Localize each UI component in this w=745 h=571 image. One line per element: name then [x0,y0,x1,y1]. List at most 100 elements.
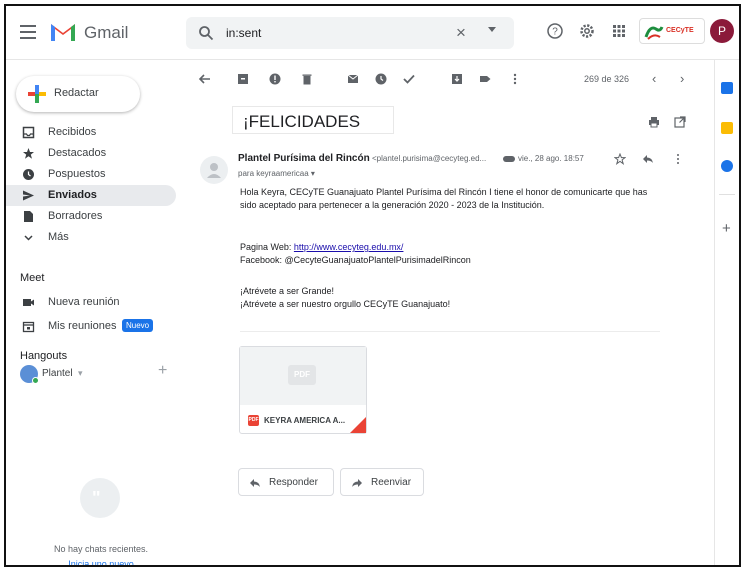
my-meetings-item[interactable]: Mis reuniones Nuevo [6,316,182,337]
search-input[interactable] [226,25,426,41]
move-to-icon[interactable] [450,72,464,86]
message-subject: ¡FELICIDADES [243,112,361,131]
side-panel-rail: + [714,60,739,565]
forward-icon [352,479,362,487]
apps-grid-icon[interactable] [610,22,628,40]
facebook-line: Facebook: @CecyteGuanajuatoPlantelPurisi… [240,255,471,265]
archive-icon[interactable] [236,72,250,86]
recipient-text: para keyraamericaa [238,169,309,178]
website-link[interactable]: http://www.cecyteg.edu.mx/ [294,242,404,252]
more-options-icon[interactable] [672,153,684,165]
open-new-window-icon[interactable] [674,116,686,128]
star-icon [23,148,34,159]
app-window: Gmail × ? [4,4,741,567]
reply-button[interactable]: Responder [238,468,334,496]
website-line: Pagina Web: http://www.cecyteg.edu.mx/ [240,241,403,254]
pdf-file-icon: PDF [248,415,259,426]
sidebar-item-label: Enviados [48,189,97,201]
sidebar-item-label: Pospuestos [48,168,106,180]
website-label: Pagina Web: [240,242,292,252]
organization-logo[interactable]: CECyTE [639,18,705,44]
search-icon[interactable] [198,25,214,41]
clear-search-icon[interactable]: × [456,23,466,43]
back-arrow-icon[interactable] [198,72,212,86]
calendar-icon [22,321,35,333]
compose-plus-icon [28,85,46,103]
meet-section-title: Meet [20,272,45,284]
sidebar: Redactar Recibidos Destacados Pospuestos… [6,60,186,565]
compose-button[interactable]: Redactar [16,76,140,112]
star-outline-icon[interactable] [614,153,626,165]
search-options-icon[interactable] [488,27,496,32]
person-icon [207,163,221,178]
report-spam-icon[interactable] [268,72,282,86]
organization-logo-text: CECyTE [666,27,694,34]
sidebar-item-label: Destacados [48,147,107,159]
reply-icon [250,479,260,487]
attachments-divider [240,331,660,332]
new-meeting-label: Nueva reunión [48,296,120,308]
forward-button[interactable]: Reenviar [340,468,424,496]
sidebar-item-sent[interactable]: Enviados [6,185,176,206]
account-avatar[interactable]: P [710,19,734,43]
print-icon[interactable] [648,116,660,128]
sidebar-item-starred[interactable]: Destacados [6,143,176,164]
draft-icon [24,211,33,222]
attachment-thumbnail: PDF [240,347,366,405]
message-count: 269 de 326 [584,74,630,84]
online-status-icon [32,377,39,384]
older-message-icon[interactable]: › [680,71,684,86]
attachment-filename: KEYRA AMERICA A... [264,416,346,425]
new-badge: Nuevo [122,319,154,332]
new-meeting-item[interactable]: Nueva reunión [6,292,182,313]
gmail-logo-icon[interactable] [50,20,76,42]
chevron-down-icon[interactable]: ▾ [78,368,83,379]
menu-icon[interactable] [20,25,36,39]
hangouts-section-title: Hangouts [20,350,68,362]
message-date: vie., 28 ago. 18:57 [518,154,584,163]
sidebar-item-snoozed[interactable]: Pospuestos [6,164,176,185]
send-icon [23,190,34,201]
start-new-chat-link[interactable]: Inicia uno nuevo [6,559,196,565]
mark-unread-icon[interactable] [346,72,360,86]
keep-app-icon[interactable] [721,122,733,134]
snooze-clock-icon[interactable] [374,72,388,86]
add-chat-icon[interactable]: + [158,362,167,380]
forward-label: Reenviar [371,477,412,488]
sidebar-item-label: Recibidos [48,126,97,138]
pdf-thumbnail-label: PDF [288,365,316,385]
delete-trash-icon[interactable] [300,72,314,86]
rail-divider [719,194,735,195]
sidebar-item-drafts[interactable]: Borradores [6,206,176,227]
more-options-icon[interactable] [508,72,522,86]
hangouts-user[interactable]: Plantel ▾ [18,365,168,385]
help-icon[interactable]: ? [546,22,564,40]
add-task-icon[interactable] [402,72,416,86]
mail-nav: Recibidos Destacados Pospuestos Enviados… [6,122,182,248]
calendar-app-icon[interactable] [721,82,733,94]
newer-message-icon[interactable]: ‹ [652,71,656,86]
tasks-app-icon[interactable] [721,160,733,172]
my-meetings-label: Mis reuniones [48,320,117,332]
svg-text:?: ? [552,27,558,38]
reply-label: Responder [269,477,318,488]
sender-email: <plantel.purisima@cecyteg.ed... [372,154,487,163]
compose-label: Redactar [54,87,99,99]
sender-avatar[interactable] [200,156,228,184]
sender-name[interactable]: Plantel Purísima del Rincón [238,153,370,164]
sidebar-item-label: Borradores [48,210,103,222]
closing-line: ¡Atrévete a ser Grande! [240,286,335,296]
sidebar-item-inbox[interactable]: Recibidos [6,122,176,143]
top-bar: Gmail × ? [6,6,739,60]
reply-icon[interactable] [642,153,654,165]
settings-gear-icon[interactable] [578,22,596,40]
recipient-line[interactable]: para keyraamericaa ▾ [238,169,315,178]
inbox-icon [22,126,35,139]
add-addon-icon[interactable]: + [722,220,731,237]
search-bar[interactable]: × [186,17,514,49]
video-camera-icon [23,299,34,306]
label-tag-icon[interactable] [478,72,492,86]
body-line: Hola Keyra, CECyTE Guanajuato Plantel Pu… [240,187,648,197]
pdf-attachment[interactable]: PDF PDF KEYRA AMERICA A... [239,346,367,434]
sidebar-item-more[interactable]: Más [6,227,176,248]
